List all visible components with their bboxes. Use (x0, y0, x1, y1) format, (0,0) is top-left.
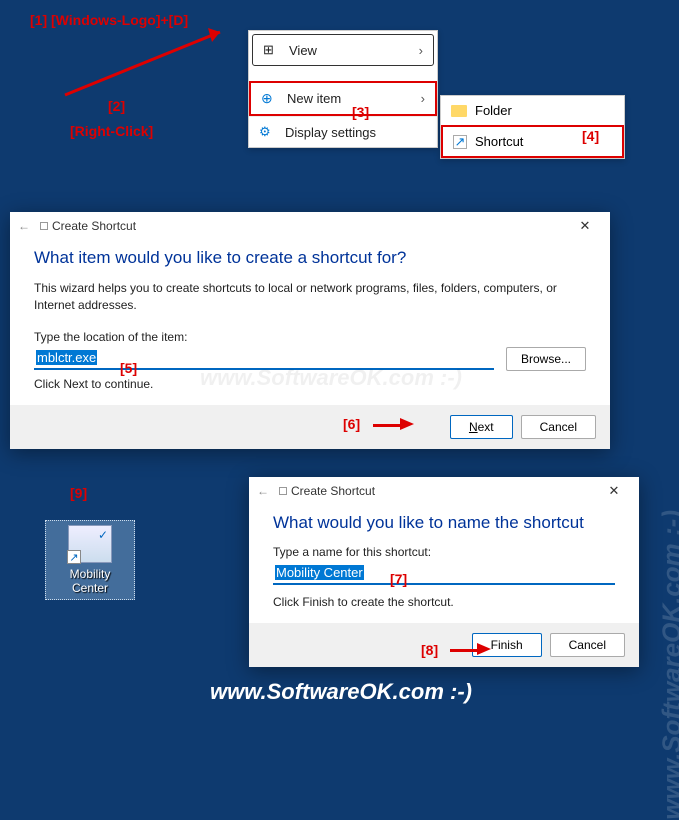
cancel-button[interactable]: Cancel (521, 415, 596, 439)
window-icon (279, 487, 287, 495)
shortcut-icon: ↗ (453, 135, 467, 149)
desktop-icon-label: Mobility Center (50, 567, 130, 595)
chevron-right-icon: › (421, 91, 425, 106)
dialog1-field-label: Type the location of the item: (34, 330, 586, 344)
dialog1-title: Create Shortcut (52, 219, 136, 233)
menu-new-label: New item (287, 91, 341, 106)
shortcut-overlay-icon: ↗ (67, 550, 81, 564)
annotation-4: [4] (582, 128, 599, 144)
submenu-new: Folder ↗ Shortcut (440, 95, 625, 159)
dialog2-hint: Click Finish to create the shortcut. (273, 595, 615, 609)
location-input[interactable]: mblctr.exe (34, 347, 494, 370)
browse-button[interactable]: Browse... (506, 347, 586, 371)
annotation-6: [6] (343, 416, 360, 432)
dialog1-hint: Click Next to continue. (34, 377, 586, 391)
arrow-8-head (477, 643, 491, 655)
display-icon: ⚙ (259, 124, 277, 140)
dialog1-description: This wizard helps you to create shortcut… (34, 280, 586, 314)
desktop-shortcut[interactable]: ✓ ↗ Mobility Center (45, 520, 135, 600)
submenu-folder[interactable]: Folder (441, 96, 624, 125)
create-shortcut-dialog-1: ← Create Shortcut ✕ What item would you … (10, 212, 610, 449)
annotation-5: [5] (120, 360, 137, 376)
dialog1-heading: What item would you like to create a sho… (34, 248, 586, 268)
chevron-right-icon: › (419, 43, 423, 58)
menu-display-settings[interactable]: ⚙ Display settings (249, 116, 437, 147)
dialog2-heading: What would you like to name the shortcut (273, 513, 615, 533)
window-icon (40, 222, 48, 230)
close-icon[interactable]: ✕ (568, 218, 602, 234)
name-input[interactable]: Mobility Center (273, 562, 615, 585)
submenu-folder-label: Folder (475, 103, 512, 118)
watermark-right: www.SoftwareOK.com :-) (657, 510, 679, 820)
annotation-8: [8] (421, 642, 438, 658)
arrow-6 (373, 424, 403, 427)
folder-icon (451, 105, 467, 117)
create-shortcut-dialog-2: ← Create Shortcut ✕ What would you like … (249, 477, 639, 667)
arrow-6-head (400, 418, 414, 430)
annotation-9: [9] (70, 485, 87, 501)
titlebar-2: ← Create Shortcut ✕ (249, 477, 639, 505)
menu-view-label: View (289, 43, 317, 58)
annotation-rightclick: [Right-Click] (70, 123, 153, 139)
next-button[interactable]: Next (450, 415, 513, 439)
arrow-to-menu (60, 20, 260, 110)
back-icon[interactable]: ← (18, 219, 30, 233)
plus-icon: ⊕ (261, 90, 279, 107)
menu-view[interactable]: ⊞ View › (252, 34, 434, 66)
close-icon[interactable]: ✕ (597, 483, 631, 499)
menu-display-label: Display settings (285, 125, 376, 140)
watermark-bottom: www.SoftwareOK.com :-) (210, 679, 472, 705)
menu-new-item[interactable]: ⊕ New item › (249, 81, 437, 116)
arrow-8 (450, 649, 480, 652)
dialog2-field-label: Type a name for this shortcut: (273, 545, 615, 559)
context-menu: ⊞ View › ⊕ New item › ⚙ Display settings (248, 30, 438, 148)
annotation-7: [7] (390, 571, 407, 587)
titlebar-1: ← Create Shortcut ✕ (10, 212, 610, 240)
cancel-button-2[interactable]: Cancel (550, 633, 625, 657)
submenu-shortcut-label: Shortcut (475, 134, 523, 149)
annotation-3: [3] (352, 104, 369, 120)
dialog2-title: Create Shortcut (291, 484, 375, 498)
back-icon[interactable]: ← (257, 484, 269, 498)
mobility-center-icon: ✓ ↗ (68, 525, 112, 563)
view-icon: ⊞ (263, 42, 281, 58)
